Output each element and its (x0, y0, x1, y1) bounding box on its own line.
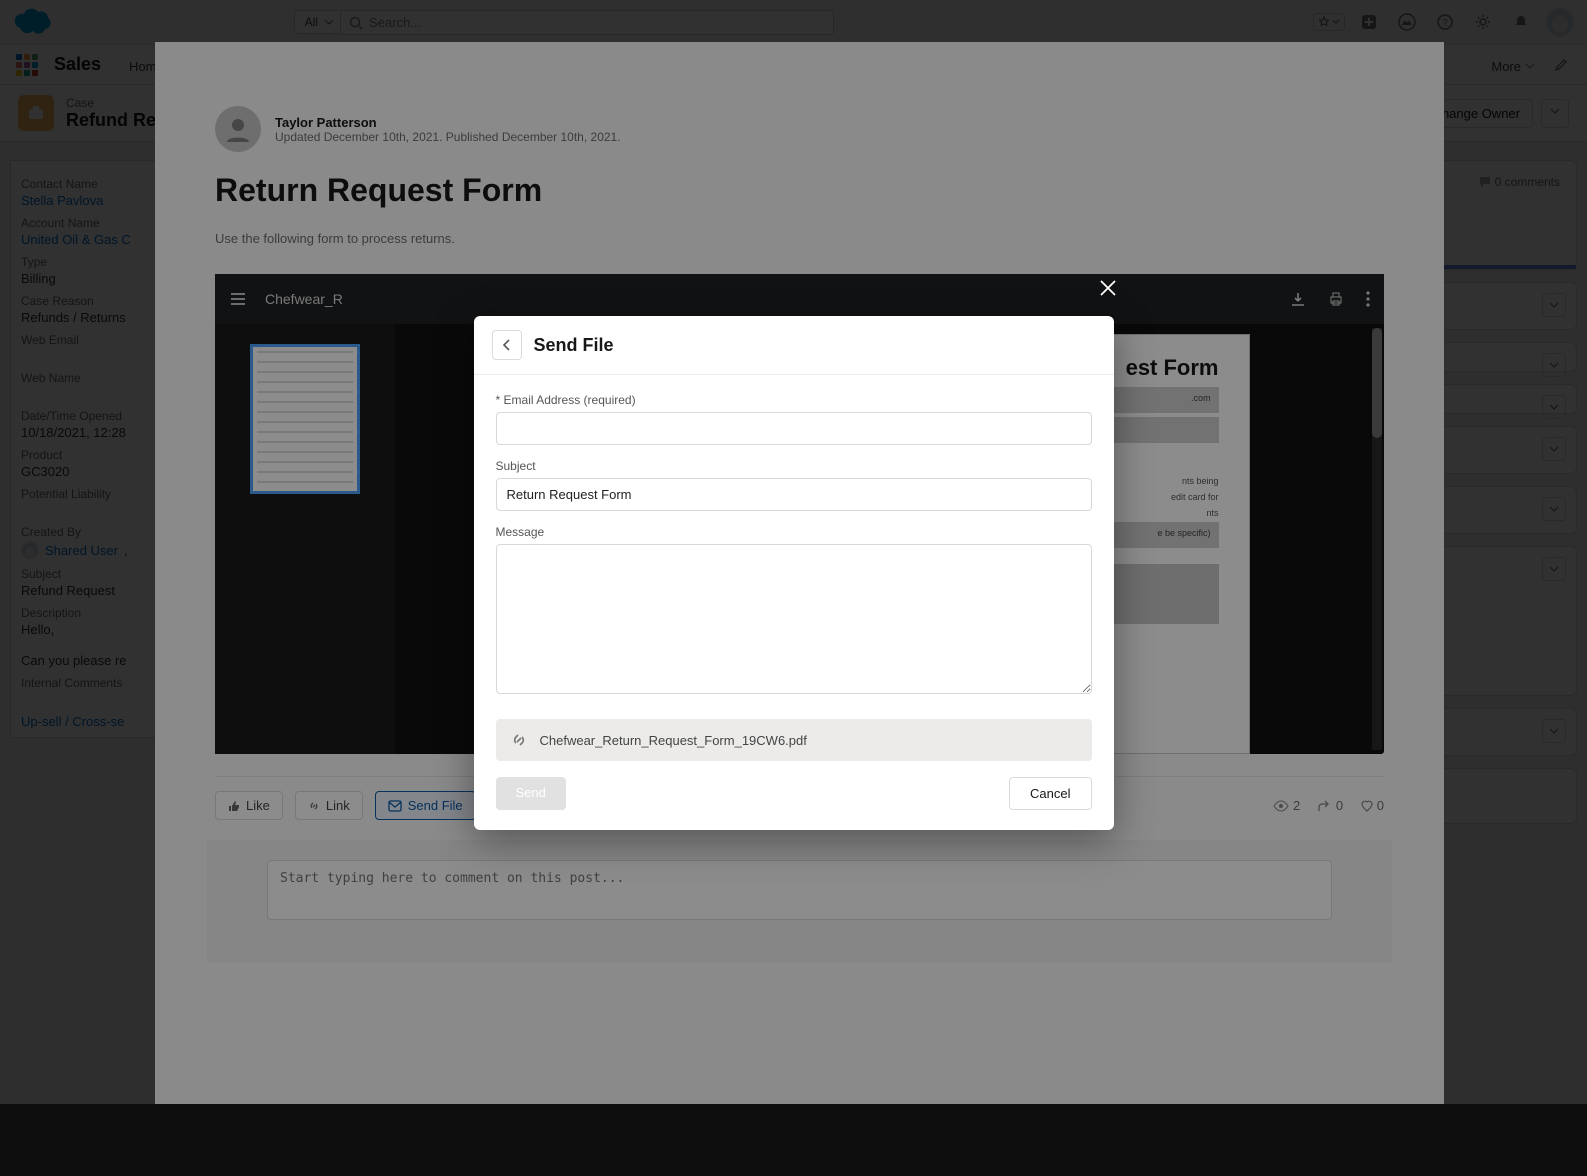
cancel-button[interactable]: Cancel (1009, 777, 1091, 810)
message-field[interactable] (496, 544, 1092, 694)
email-field[interactable] (496, 412, 1092, 445)
close-dialog-icon[interactable] (1098, 278, 1118, 298)
attached-file-chip: Chefwear_Return_Request_Form_19CW6.pdf (496, 719, 1092, 761)
message-label: Message (496, 525, 1092, 539)
link-icon (510, 731, 528, 749)
dialog-title: Send File (534, 335, 614, 356)
send-file-dialog: Send File Email Address (required) Subje… (474, 316, 1114, 830)
subject-field[interactable] (496, 478, 1092, 511)
chevron-left-icon (502, 339, 512, 351)
subject-label: Subject (496, 459, 1092, 473)
back-button[interactable] (492, 330, 522, 360)
attached-file-name: Chefwear_Return_Request_Form_19CW6.pdf (540, 733, 807, 748)
email-label: Email Address (required) (496, 393, 1092, 407)
send-button[interactable]: Send (496, 777, 566, 810)
